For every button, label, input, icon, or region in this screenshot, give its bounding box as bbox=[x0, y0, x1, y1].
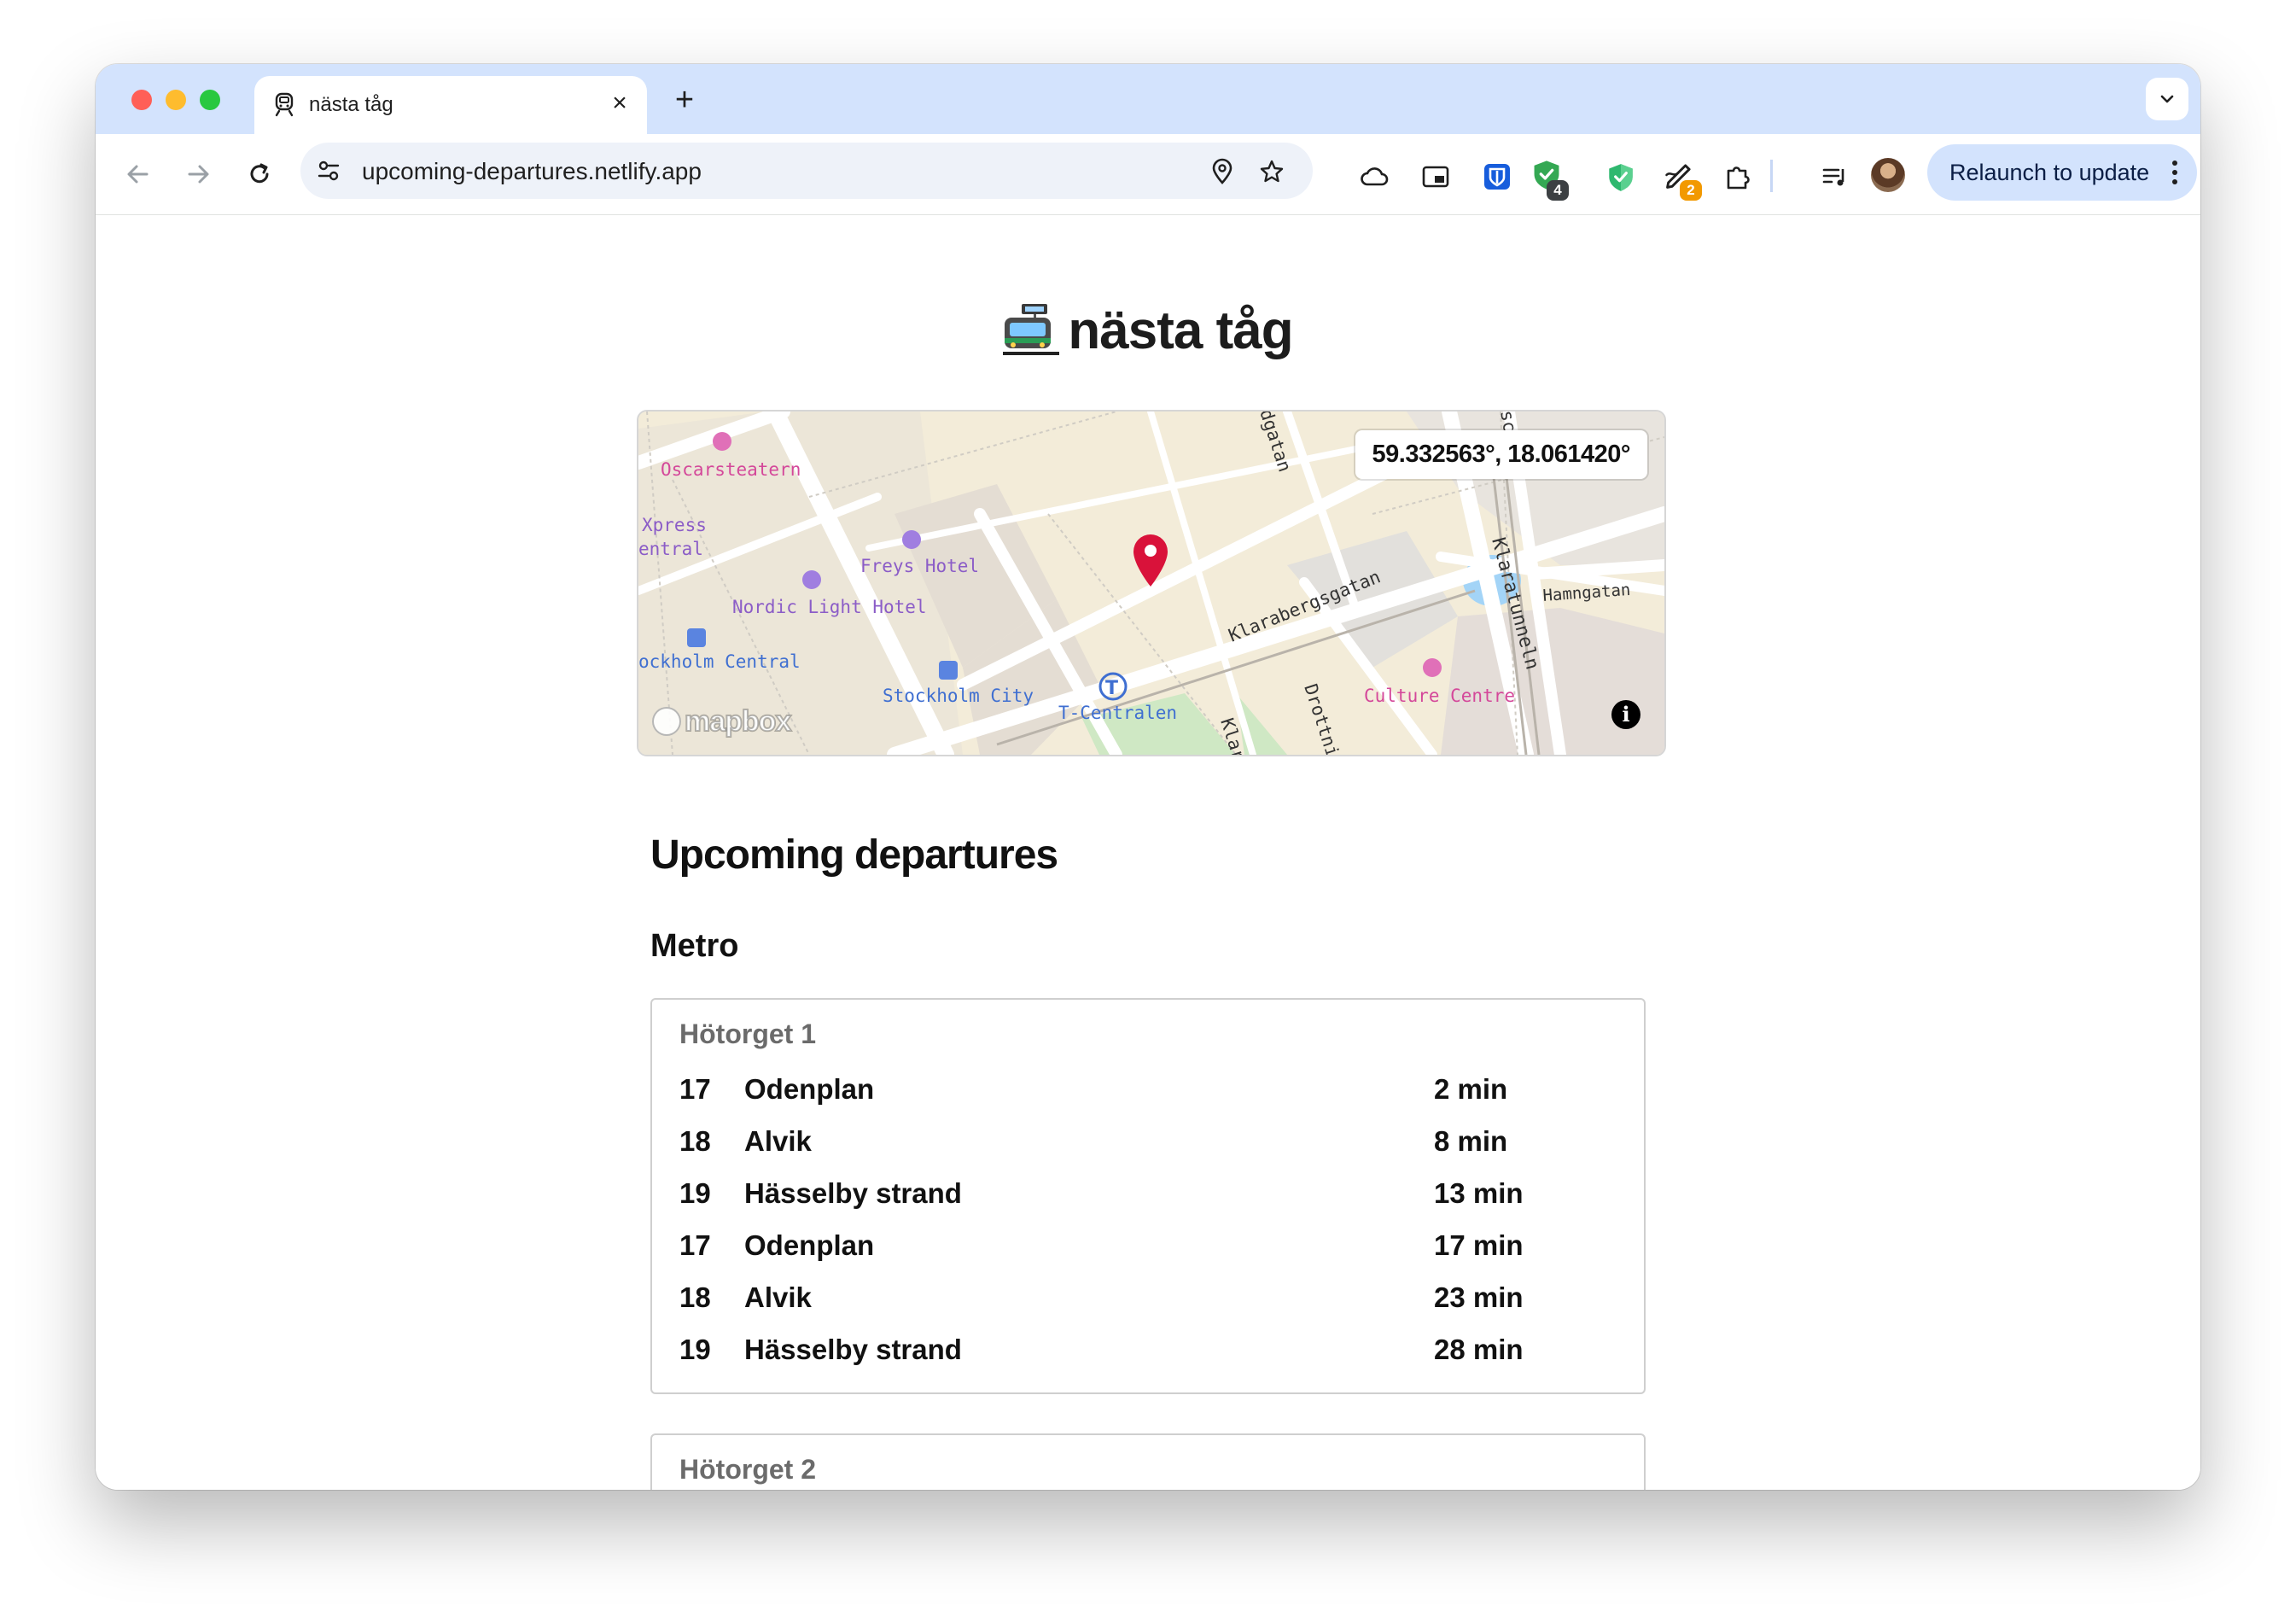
stop-card: Hötorget 1 17 Odenplan 2 min 18 Alvik 8 … bbox=[650, 998, 1646, 1394]
svg-text:T: T bbox=[1105, 678, 1118, 699]
new-tab-button[interactable]: + bbox=[667, 83, 702, 117]
map-label-stockholm-city: Stockholm City bbox=[883, 686, 1034, 706]
tab-search-button[interactable] bbox=[2146, 78, 2188, 120]
map-label-central: entral bbox=[638, 539, 703, 559]
departure-line: 19 bbox=[679, 1334, 711, 1365]
chevron-down-icon bbox=[2160, 95, 2174, 103]
extension-badge: 4 bbox=[1547, 180, 1569, 201]
departure-destination: Alvik bbox=[744, 1125, 812, 1157]
departure-line: 17 bbox=[679, 1229, 711, 1261]
location-map[interactable]: Oscarsteatern Xpress entral Freys Hotel … bbox=[637, 410, 1666, 756]
relaunch-button[interactable]: Relaunch to update bbox=[1927, 144, 2197, 201]
map-label-t-centralen: T-Centralen bbox=[1058, 703, 1177, 723]
departure-row: 19 Hässelby strand 13 min bbox=[652, 1177, 1644, 1220]
window-close-button[interactable] bbox=[131, 90, 152, 110]
train-station-icon bbox=[1003, 304, 1060, 355]
more-vert-icon bbox=[2172, 161, 2177, 184]
departure-time: 23 min bbox=[1434, 1281, 1524, 1313]
page-title-text: nästa tåg bbox=[1068, 301, 1293, 360]
departure-destination: Alvik bbox=[744, 1281, 812, 1313]
forward-icon[interactable] bbox=[181, 157, 215, 191]
departure-time: 17 min bbox=[1434, 1229, 1524, 1261]
tab-strip: nästa tåg × + bbox=[96, 64, 2200, 134]
browser-toolbar: upcoming-departures.netlify.app 4 2 Rela… bbox=[96, 134, 2200, 215]
stop-name: Hötorget 2 bbox=[679, 1454, 816, 1485]
stop-name: Hötorget 1 bbox=[679, 1019, 816, 1049]
cloud-icon[interactable] bbox=[1359, 161, 1390, 192]
departure-row: 18 Alvik 23 min bbox=[652, 1281, 1644, 1324]
page-title: nästa tåg bbox=[96, 301, 2200, 361]
adblock-shield-icon[interactable] bbox=[1605, 161, 1637, 194]
departure-destination: Odenplan bbox=[744, 1073, 875, 1105]
tab-title: nästa tåg bbox=[309, 93, 393, 116]
bookmark-star-icon[interactable] bbox=[1258, 158, 1285, 185]
section-heading: Upcoming departures bbox=[650, 832, 1058, 878]
location-icon[interactable] bbox=[1209, 158, 1236, 185]
departure-time: 13 min bbox=[1434, 1177, 1524, 1209]
coordinates-readout: 59.332563°, 18.061420° bbox=[1355, 430, 1647, 479]
map-label-stockholm-central: ockholm Central bbox=[638, 651, 801, 672]
map-info-icon[interactable]: i bbox=[1611, 700, 1640, 729]
address-bar[interactable]: upcoming-departures.netlify.app bbox=[300, 143, 1313, 199]
map-label-nordic-light-hotel: Nordic Light Hotel bbox=[732, 597, 927, 617]
map-label-freys-hotel: Freys Hotel bbox=[860, 556, 979, 576]
departure-line: 17 bbox=[679, 1073, 711, 1105]
departure-row: 17 Odenplan 17 min bbox=[652, 1229, 1644, 1272]
url-text[interactable]: upcoming-departures.netlify.app bbox=[362, 158, 702, 185]
window-minimize-button[interactable] bbox=[166, 90, 186, 110]
train-icon bbox=[275, 92, 294, 117]
tab-active[interactable]: nästa tåg × bbox=[254, 76, 647, 134]
map-label-xpress: Xpress bbox=[642, 515, 707, 535]
mapbox-logo[interactable]: mapbox bbox=[652, 704, 792, 738]
departure-destination: Hässelby strand bbox=[744, 1334, 962, 1365]
toolbar-divider bbox=[1770, 160, 1773, 192]
reload-icon[interactable] bbox=[242, 157, 277, 191]
bitwarden-icon[interactable] bbox=[1482, 161, 1512, 192]
window-maximize-button[interactable] bbox=[200, 90, 220, 110]
departure-row: 18 Alvik 8 min bbox=[652, 1125, 1644, 1168]
tab-close-icon[interactable]: × bbox=[604, 88, 635, 119]
browser-window: nästa tåg × + upcoming-departures.netlif… bbox=[96, 64, 2200, 1490]
transport-mode-heading: Metro bbox=[650, 928, 739, 964]
picture-in-picture-icon[interactable] bbox=[1420, 161, 1451, 192]
departure-row: 19 Hässelby strand 28 min bbox=[652, 1334, 1644, 1376]
departure-line: 18 bbox=[679, 1281, 711, 1313]
departure-time: 28 min bbox=[1434, 1334, 1524, 1365]
map-label-oscarsteatern: Oscarsteatern bbox=[661, 459, 801, 480]
relaunch-label: Relaunch to update bbox=[1949, 160, 2150, 185]
departure-time: 8 min bbox=[1434, 1125, 1508, 1157]
departure-line: 19 bbox=[679, 1177, 711, 1209]
stop-card: Hötorget 2 bbox=[650, 1433, 1646, 1490]
profile-avatar[interactable] bbox=[1871, 158, 1905, 192]
back-icon[interactable] bbox=[121, 157, 155, 191]
shield-extension[interactable]: 4 bbox=[1530, 158, 1574, 202]
departure-line: 18 bbox=[679, 1125, 711, 1157]
site-settings-icon[interactable] bbox=[316, 158, 341, 184]
mapbox-logo-text: mapbox bbox=[684, 704, 792, 738]
pen-extension[interactable]: 2 bbox=[1663, 158, 1707, 202]
departure-destination: Odenplan bbox=[744, 1229, 875, 1261]
media-controls-icon[interactable] bbox=[1820, 161, 1850, 192]
extensions-puzzle-icon[interactable] bbox=[1722, 161, 1753, 192]
page-viewport: nästa tåg Oscarsteatern Xpress entral Fr… bbox=[96, 215, 2200, 1490]
map-label-culture-centre: Culture Centre bbox=[1364, 686, 1515, 706]
departure-row: 17 Odenplan 2 min bbox=[652, 1073, 1644, 1116]
mapbox-logo-icon bbox=[652, 707, 681, 736]
departure-time: 2 min bbox=[1434, 1073, 1508, 1105]
extension-badge: 2 bbox=[1680, 180, 1702, 201]
departure-destination: Hässelby strand bbox=[744, 1177, 962, 1209]
